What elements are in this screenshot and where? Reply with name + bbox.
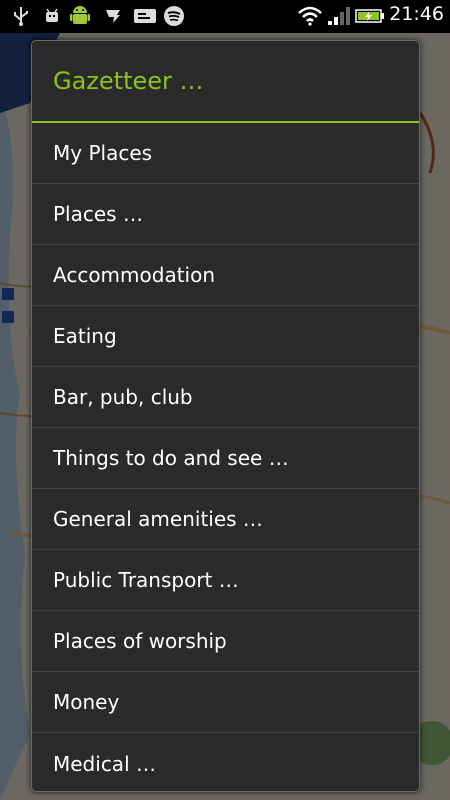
message-icon <box>132 5 158 27</box>
spotify-icon <box>162 5 186 27</box>
menu-item-things-to-do[interactable]: Things to do and see … <box>32 428 419 489</box>
menu-item-places-of-worship[interactable]: Places of worship <box>32 611 419 672</box>
menu-item-bar-pub-club[interactable]: Bar, pub, club <box>32 367 419 428</box>
usb-icon <box>10 5 32 27</box>
menu-item-medical[interactable]: Medical … <box>32 733 419 791</box>
menu-item-public-transport[interactable]: Public Transport … <box>32 550 419 611</box>
gazetteer-dialog: Gazetteer … My Places Places … Accommoda… <box>31 40 420 792</box>
android-debug-icon <box>40 5 64 27</box>
app-notification-icon <box>101 5 125 27</box>
menu-item-accommodation[interactable]: Accommodation <box>32 245 419 306</box>
gazetteer-menu: My Places Places … Accommodation Eating … <box>32 123 419 791</box>
menu-item-general-amenities[interactable]: General amenities … <box>32 489 419 550</box>
signal-icon <box>326 5 352 27</box>
dialog-title: Gazetteer … <box>32 41 419 123</box>
menu-item-places[interactable]: Places … <box>32 184 419 245</box>
menu-item-my-places[interactable]: My Places <box>32 123 419 184</box>
status-bar: 21:46 <box>0 0 450 33</box>
battery-charging-icon <box>354 5 386 27</box>
clock-time: 21:46 <box>389 3 444 25</box>
wifi-icon <box>296 5 324 27</box>
menu-item-money[interactable]: Money <box>32 672 419 733</box>
android-robot-icon <box>68 5 92 27</box>
menu-item-eating[interactable]: Eating <box>32 306 419 367</box>
